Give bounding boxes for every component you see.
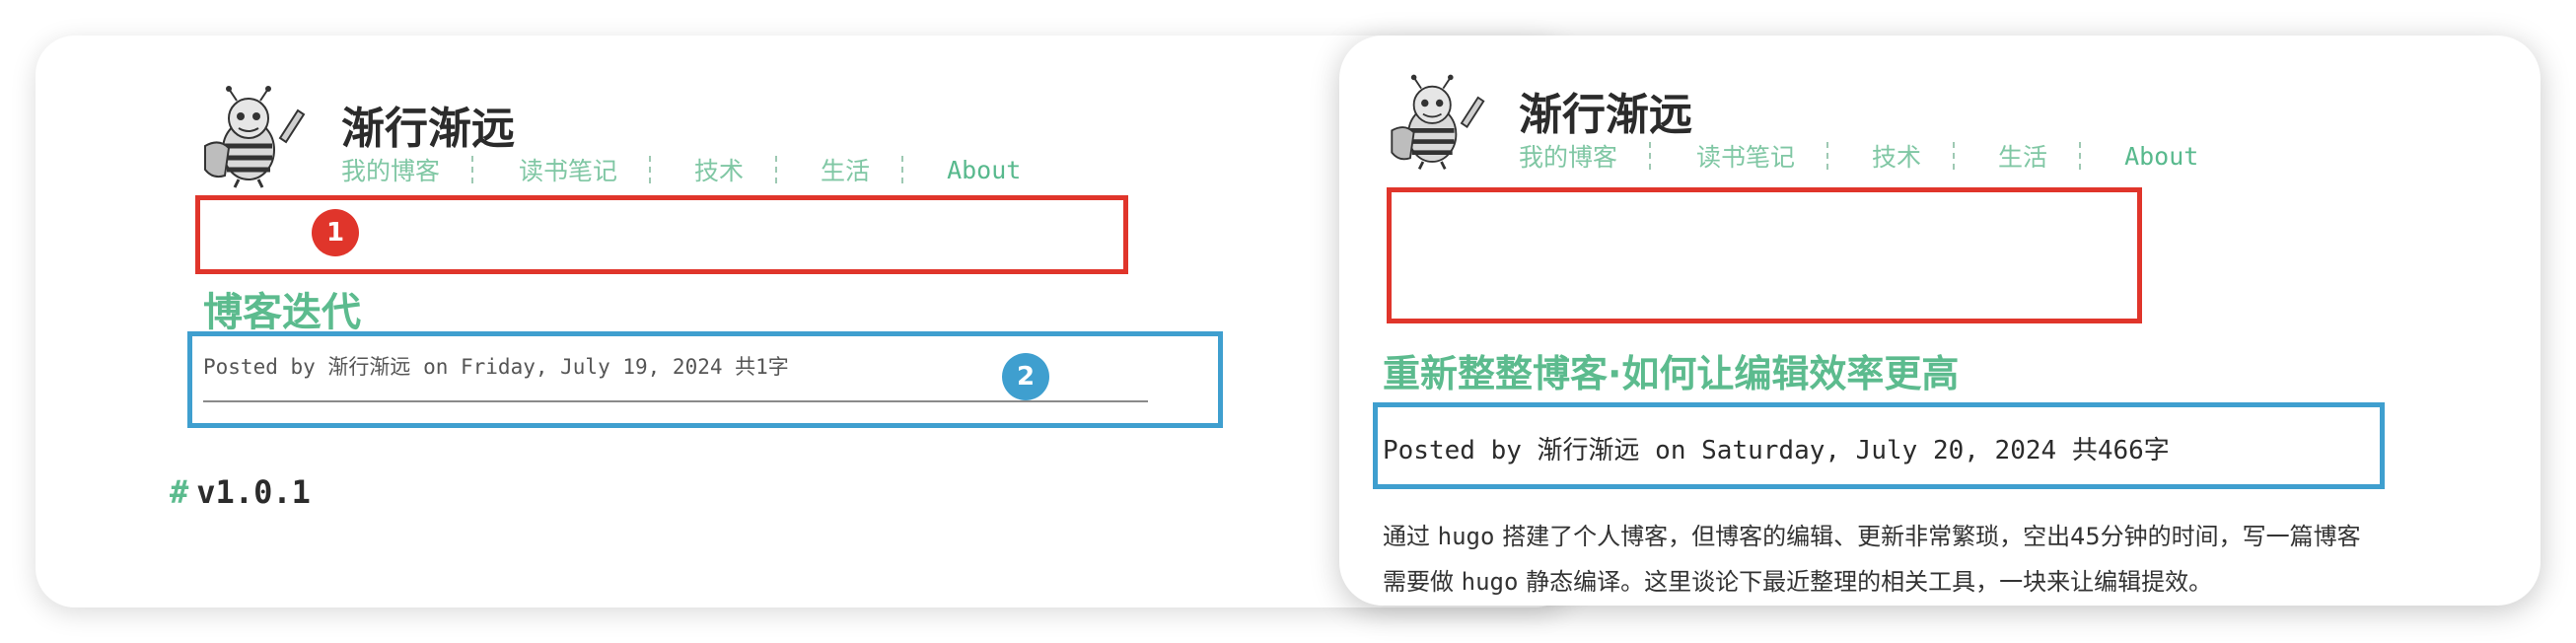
- bee-mascot-icon[interactable]: [195, 85, 308, 189]
- nav-menu: 我的博客 读书笔记 技术 生活 About: [1519, 138, 2198, 174]
- nav-item-life[interactable]: 生活: [821, 152, 870, 187]
- annotation-badge-1: 1: [312, 209, 359, 256]
- nav-separator: [1953, 142, 1956, 170]
- site-title[interactable]: 渐行渐远: [1519, 79, 1692, 142]
- post-title[interactable]: 重新整整博客·如何让编辑效率更高: [1383, 343, 1959, 397]
- post-excerpt-line-1: 通过 hugo 搭建了个人博客，但博客的编辑、更新非常繁琐，空出45分钟的时间，…: [1383, 523, 2361, 550]
- nav-item-reading-notes[interactable]: 读书笔记: [519, 152, 617, 187]
- annotation-badge-2: 2: [1002, 353, 1049, 400]
- annotation-box-red: [1387, 187, 2142, 323]
- right-screenshot-panel: 渐行渐远 我的博客 读书笔记 技术 生活 About 重新整整博客·如何让编辑效…: [1339, 36, 2540, 606]
- post-meta: Posted by 渐行渐远 on Saturday, July 20, 202…: [1383, 436, 2170, 465]
- nav-item-blog[interactable]: 我的博客: [1519, 138, 1617, 174]
- site-title[interactable]: 渐行渐远: [341, 93, 515, 156]
- nav-item-about[interactable]: About: [947, 156, 1021, 184]
- nav-menu: 我的博客 读书笔记 技术 生活 About: [341, 152, 1021, 187]
- nav-item-reading-notes[interactable]: 读书笔记: [1696, 138, 1795, 174]
- post-meta: Posted by 渐行渐远 on Friday, July 19, 2024 …: [203, 355, 789, 379]
- nav-separator: [649, 156, 652, 183]
- nav-item-life[interactable]: 生活: [1998, 138, 2047, 174]
- bee-mascot-icon[interactable]: [1383, 73, 1487, 172]
- nav-separator: [901, 156, 904, 183]
- heading-anchor[interactable]: #: [170, 473, 188, 511]
- nav-separator: [1649, 142, 1652, 170]
- nav-separator: [2079, 142, 2082, 170]
- nav-item-tech[interactable]: 技术: [694, 152, 744, 187]
- nav-item-about[interactable]: About: [2124, 142, 2198, 171]
- post-title[interactable]: 博客迭代: [203, 280, 361, 337]
- meta-divider: [203, 400, 1148, 402]
- post-excerpt-line-2: 需要做 hugo 静态编译。这里谈论下最近整理的相关工具，一块来让编辑提效。: [1383, 568, 2213, 596]
- nav-item-blog[interactable]: 我的博客: [341, 152, 440, 187]
- nav-separator: [775, 156, 778, 183]
- nav-separator: [471, 156, 474, 183]
- nav-item-tech[interactable]: 技术: [1872, 138, 1921, 174]
- content-heading: # v1.0.1: [170, 473, 311, 511]
- nav-separator: [1826, 142, 1829, 170]
- heading-text: v1.0.1: [196, 473, 311, 511]
